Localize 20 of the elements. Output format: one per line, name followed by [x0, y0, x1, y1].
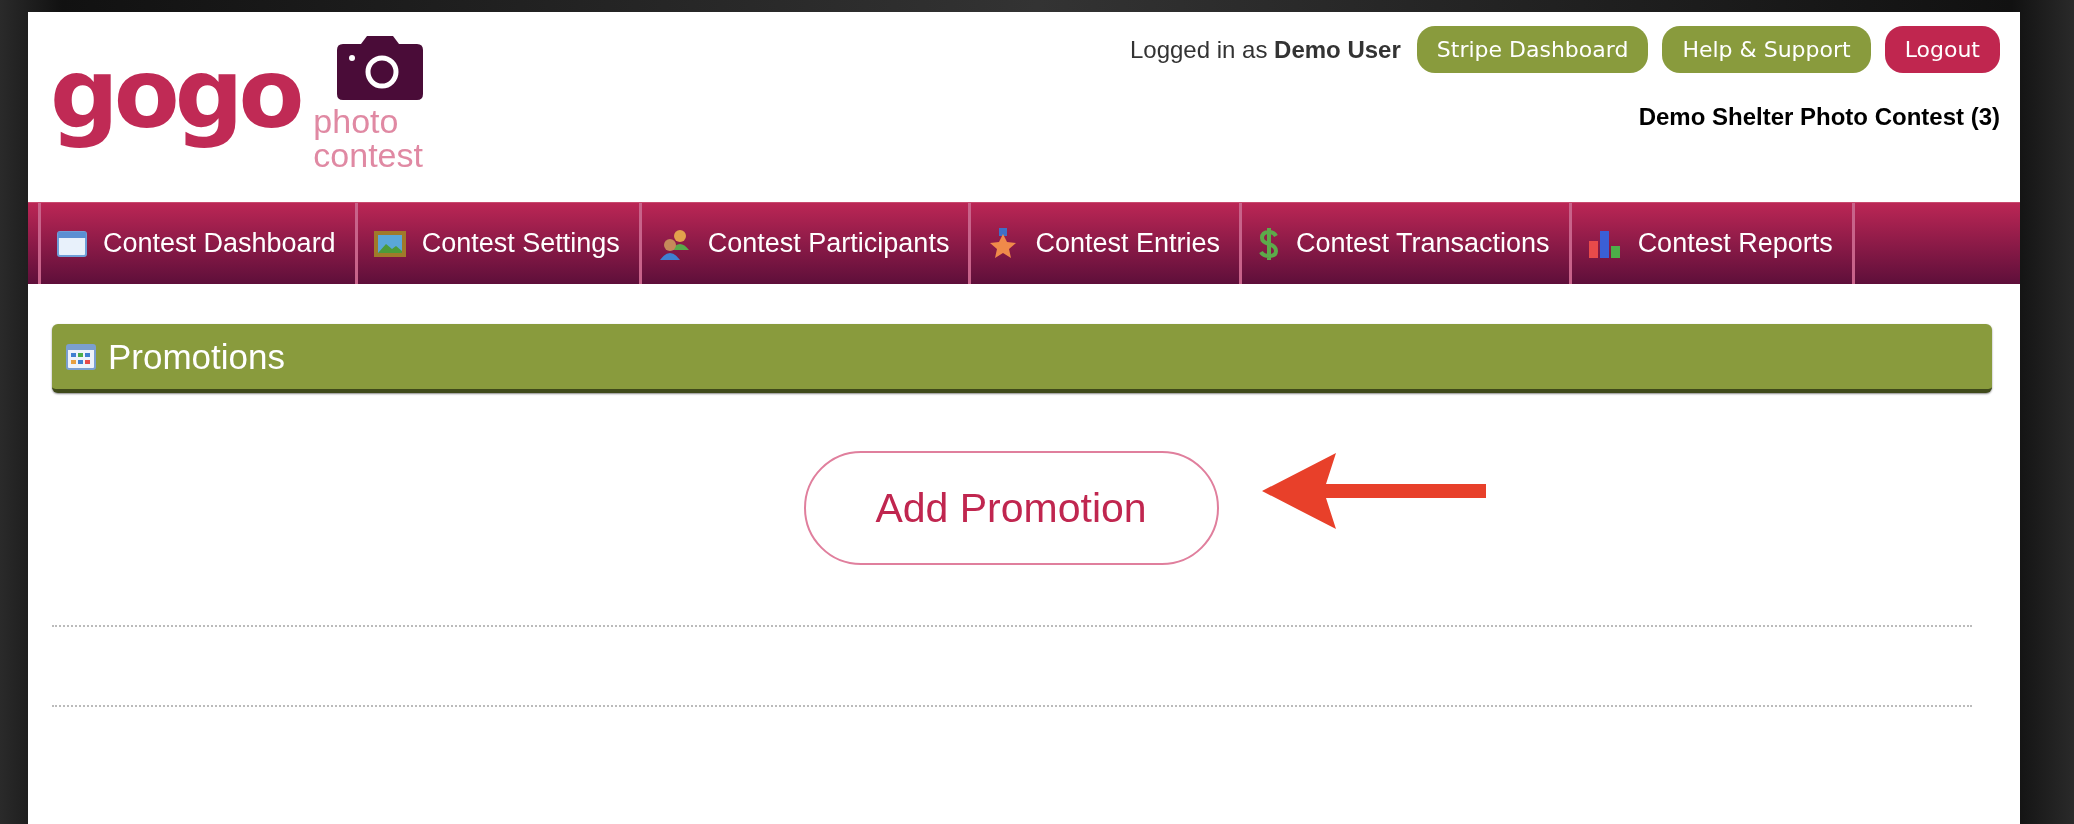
picture-frame-icon	[373, 230, 406, 257]
logo-wordmark: gogo	[50, 37, 301, 152]
logged-in-text: Logged in as Demo User	[1129, 35, 1401, 64]
nav-tab[interactable]: Contest Settings	[354, 203, 639, 284]
dollar-icon	[1258, 226, 1280, 261]
add-promotion-button[interactable]: Add Promotion	[803, 451, 1219, 565]
bar-chart-icon	[1587, 228, 1622, 259]
contest-title: Demo Shelter Photo Contest (3)	[1638, 103, 2000, 131]
logo-subtitle: photo	[313, 104, 399, 138]
logout-button[interactable]: Logout	[1884, 26, 2000, 73]
nav-tab[interactable]: Contest Participants	[638, 203, 969, 284]
section-title: Promotions	[108, 336, 286, 377]
camera-icon	[336, 34, 423, 100]
calendar-icon	[66, 343, 96, 370]
window-icon	[57, 230, 87, 257]
nav-tab[interactable]: Contest Entries	[968, 203, 1239, 284]
people-icon	[657, 227, 692, 260]
nav-tab[interactable]: Contest Transactions	[1239, 203, 1569, 284]
nav-tab[interactable]: Contest Dashboard	[38, 203, 355, 284]
nav-tab[interactable]: Contest Reports	[1568, 203, 1855, 284]
